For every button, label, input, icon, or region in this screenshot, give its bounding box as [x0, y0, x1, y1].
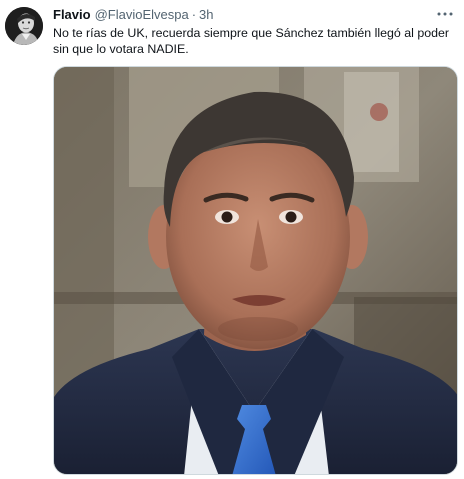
author-handle[interactable]: @FlavioElvespa: [95, 6, 189, 24]
tweet-media-photo[interactable]: [53, 66, 458, 475]
photo-image: [54, 67, 457, 474]
avatar-image: [5, 7, 43, 45]
more-horizontal-icon: [437, 12, 453, 16]
author-name[interactable]: Flavio: [53, 6, 91, 24]
tweet-header: Flavio @FlavioElvespa · 3h: [53, 6, 214, 24]
tweet-timestamp[interactable]: 3h: [199, 6, 213, 24]
tweet-card[interactable]: Flavio @FlavioElvespa · 3h No te rías de…: [0, 0, 464, 479]
tweet-text: No te rías de UK, recuerda siempre que S…: [53, 26, 450, 56]
header-separator: ·: [191, 7, 197, 22]
author-avatar[interactable]: [5, 7, 43, 45]
more-options-button[interactable]: [434, 5, 456, 23]
